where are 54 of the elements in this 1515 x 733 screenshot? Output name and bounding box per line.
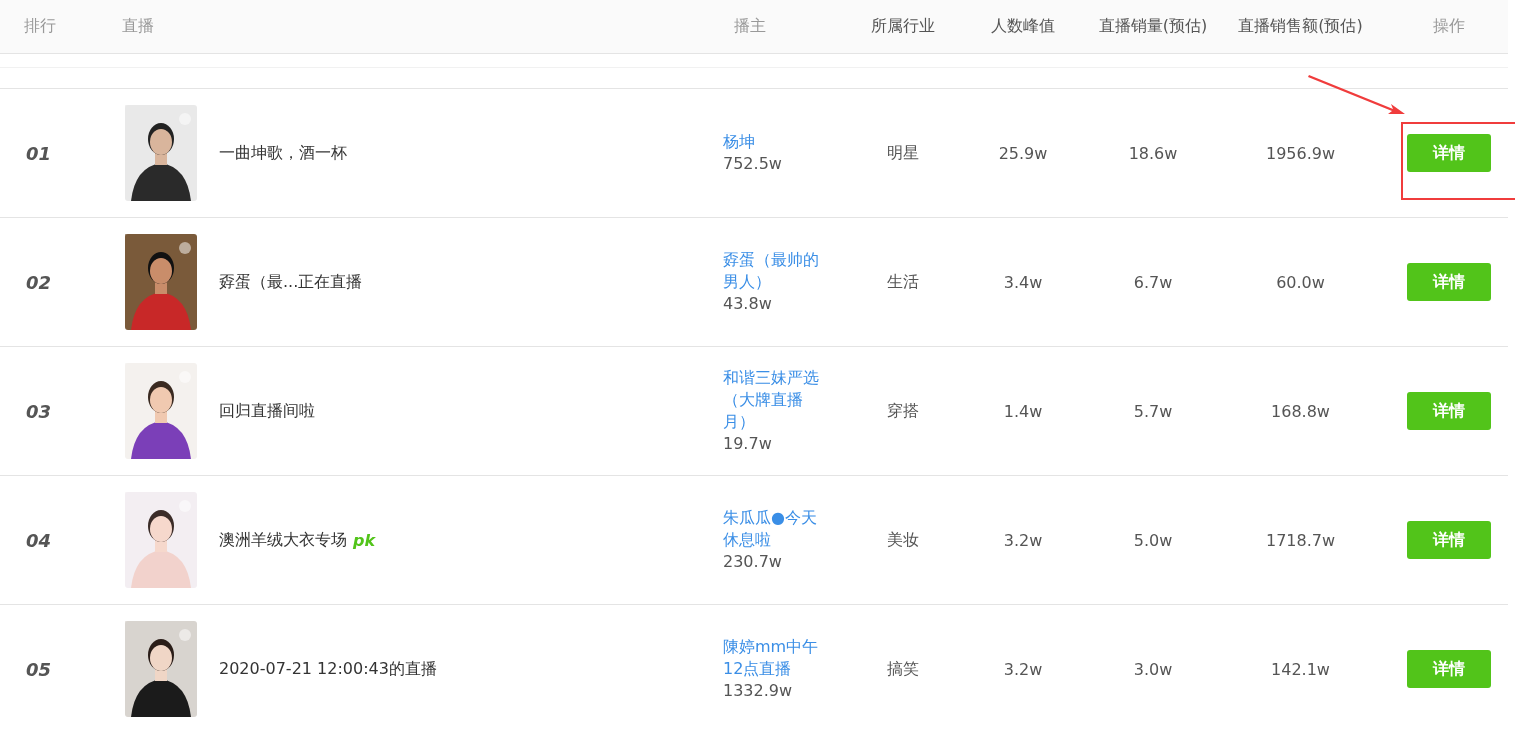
sales-volume: 3.0w [1133,659,1173,679]
industry-text: 明星 [887,142,919,162]
live-title: 孬蛋（最...正在直播 [219,271,363,293]
sales-volume: 5.0w [1133,530,1173,550]
rank-number: 04 [26,529,52,551]
rank-number: 05 [26,658,52,680]
pk-label: pk [353,530,376,550]
sales-amount: 142.1w [1271,659,1330,679]
peak-viewers: 1.4w [1003,401,1043,421]
live-title: 2020-07-21 12:00:43的直播 [219,658,437,680]
peak-viewers: 3.2w [1003,530,1043,550]
details-button[interactable]: 详情 [1407,263,1491,301]
details-button[interactable]: 详情 [1407,650,1491,688]
industry-text: 美妆 [887,529,919,549]
live-title: 回归直播间啦 [219,400,315,422]
rank-number: 02 [26,271,52,293]
host-link[interactable]: 陳婷mm中午12点直播 [723,636,831,680]
rank-number: 01 [26,142,52,164]
column-header: 播主 [733,16,767,37]
column-header: 人数峰值 [991,16,1055,37]
industry-text: 生活 [887,271,919,291]
details-button[interactable]: 详情 [1407,134,1491,172]
sales-volume: 18.6w [1128,143,1178,163]
sales-amount: 1718.7w [1265,530,1336,550]
peak-viewers: 25.9w [998,143,1048,163]
host-link[interactable]: 朱瓜瓜●今天休息啦 [723,507,831,551]
sales-volume: 6.7w [1133,272,1173,292]
industry-text: 穿搭 [887,400,919,420]
peak-viewers: 3.2w [1003,659,1043,679]
column-header: 直播销售额(预估) [1238,16,1363,37]
column-header: 排行 [23,16,57,37]
host-link[interactable]: 和谐三妹严选（大牌直播月） [723,367,831,433]
column-header: 直播销量(预估) [1098,16,1208,37]
host-link[interactable]: 孬蛋（最帅的男人） [723,249,831,293]
industry-text: 搞笑 [887,658,919,678]
column-header: 所属行业 [871,16,935,37]
rank-number: 03 [26,400,52,422]
live-title: 澳洲羊绒大衣专场 [219,529,347,551]
host-link[interactable]: 杨坤 [723,131,831,153]
sales-amount: 1956.9w [1265,143,1336,163]
sales-volume: 5.7w [1133,401,1173,421]
sales-amount: 60.0w [1276,272,1325,292]
follower-count: 19.7w [723,433,773,455]
live-title: 一曲坤歌，酒一杯 [219,142,347,164]
column-header: 操作 [1433,16,1465,37]
details-button[interactable]: 详情 [1407,521,1491,559]
follower-count: 1332.9w [723,680,794,702]
follower-count: 230.7w [723,551,783,573]
details-button[interactable]: 详情 [1407,392,1491,430]
peak-viewers: 3.4w [1003,272,1043,292]
follower-count: 752.5w [723,153,783,175]
column-header: 直播 [122,16,155,37]
follower-count: 43.8w [723,293,773,315]
sales-amount: 168.8w [1271,401,1330,421]
